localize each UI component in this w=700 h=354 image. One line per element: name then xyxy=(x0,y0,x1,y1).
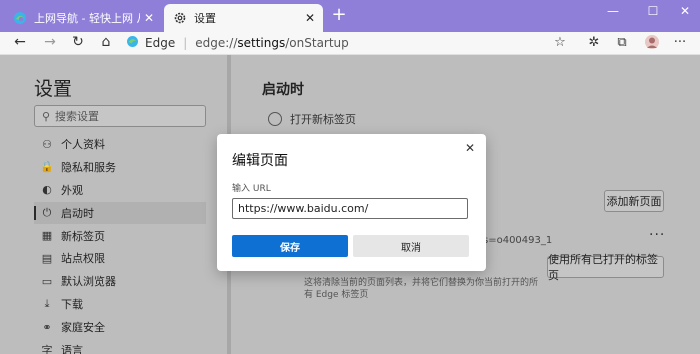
radio-button[interactable] xyxy=(268,112,282,126)
edge-logo-icon xyxy=(12,10,28,26)
collections-icon[interactable]: ⧉ xyxy=(612,34,632,52)
sidebar-item-label: 隐私和服务 xyxy=(61,160,116,174)
refresh-icon[interactable]: ↻ xyxy=(68,34,88,52)
power-icon: ⏻ xyxy=(42,205,52,219)
url-field-label: 输入 URL xyxy=(232,184,271,194)
palette-icon: ◐ xyxy=(42,183,52,197)
sidebar-item[interactable]: 🔒 隐私和服务 xyxy=(34,156,206,178)
forward-arrow-icon[interactable]: → xyxy=(40,34,60,52)
tab-close-icon[interactable]: ✕ xyxy=(140,11,158,25)
sidebar-item-label: 站点权限 xyxy=(61,252,105,266)
sidebar-item[interactable]: ▦ 新标签页 xyxy=(34,225,206,247)
person-icon: ⚇ xyxy=(42,137,52,151)
tab-close-icon[interactable]: ✕ xyxy=(301,11,319,25)
sidebar-item[interactable]: ⤓ 下载 xyxy=(34,293,206,315)
sidebar-item-label: 语言 xyxy=(61,344,83,354)
close-icon[interactable]: ✕ xyxy=(465,141,475,155)
lock-icon: 🔒 xyxy=(40,160,54,174)
minimize-button[interactable]: — xyxy=(600,4,626,22)
url-bold: settings xyxy=(237,36,286,50)
sidebar-item[interactable]: ▤ 站点权限 xyxy=(34,247,206,269)
search-placeholder: 搜索设置 xyxy=(55,110,99,123)
sidebar-item[interactable]: ◐ 外观 xyxy=(34,179,206,201)
use-all-open-tabs-button[interactable]: 使用所有已打开的标签页 xyxy=(547,253,664,282)
sidebar-item-label: 启动时 xyxy=(61,206,94,220)
sidebar-item[interactable]: ⏻ 启动时 xyxy=(34,201,206,224)
favorites-icon[interactable]: ✲ xyxy=(584,34,604,52)
address-url: edge://settings/onStartup xyxy=(195,36,349,50)
tab-settings[interactable]: 设置 ✕ xyxy=(164,4,323,32)
radio-label: 打开新标签页 xyxy=(290,113,356,126)
sidebar-item[interactable]: ▭ 默认浏览器 xyxy=(34,270,206,292)
gear-icon xyxy=(172,10,188,26)
language-icon: 字 xyxy=(41,344,53,354)
browser-toolbar: ← → ↻ ⌂ Edge | edge://settings/onStartup… xyxy=(0,32,700,54)
more-actions-icon[interactable]: ··· xyxy=(649,227,665,243)
search-settings-input[interactable]: ⚲ 搜索设置 xyxy=(34,105,206,127)
add-new-page-button[interactable]: 添加新页面 xyxy=(604,190,664,212)
save-button[interactable]: 保存 xyxy=(232,235,348,257)
sidebar-item-label: 新标签页 xyxy=(61,229,105,243)
sidebar-item-label: 下载 xyxy=(61,298,83,312)
avatar[interactable] xyxy=(642,34,662,52)
address-bar[interactable]: Edge | edge://settings/onStartup xyxy=(126,34,516,52)
sidebar-item-label: 个人资料 xyxy=(61,138,105,151)
tab-navigation[interactable]: 上网导航 - 轻快上网 从这里开始 ✕ xyxy=(4,4,162,32)
browser-icon: ▭ xyxy=(41,274,53,288)
tab-strip: 上网导航 - 轻快上网 从这里开始 ✕ 设置 ✕ + — ☐ ✕ xyxy=(0,0,700,32)
tab-title: 上网导航 - 轻快上网 从这里开始 xyxy=(34,12,140,25)
page-url-text: s=o400493_1 xyxy=(483,235,553,246)
new-tab-icon: ▦ xyxy=(41,229,53,243)
sidebar-item-label: 家庭安全 xyxy=(61,321,105,335)
edit-page-dialog: 编辑页面 ✕ 输入 URL 保存 取消 xyxy=(217,134,486,271)
dialog-title: 编辑页面 xyxy=(232,153,288,169)
sidebar-item[interactable]: ⚇ 个人资料 xyxy=(34,133,206,155)
url-prefix: edge:// xyxy=(195,36,238,50)
url-input[interactable] xyxy=(232,198,468,219)
new-tab-button[interactable]: + xyxy=(330,6,348,26)
sidebar-nav: ⚇ 个人资料 🔒 隐私和服务 ◐ 外观 ⏻ 启动时 ▦ 新标签页 ▤ 站点权限 ▭ 默认浏览器 ⤓ 下载 ⚭ 家庭… xyxy=(34,133,206,354)
more-menu-icon[interactable]: ··· xyxy=(670,34,690,52)
sidebar-title: 设置 xyxy=(34,78,73,100)
description-text: 这将清除当前的页面列表，并将它们替换为你当前打开的所有 Edge 标签页 xyxy=(304,278,539,300)
url-suffix: /onStartup xyxy=(285,36,349,50)
sidebar-item-label: 外观 xyxy=(61,183,83,197)
family-icon: ⚭ xyxy=(42,320,52,334)
home-icon[interactable]: ⌂ xyxy=(96,34,116,52)
address-brand-label: Edge xyxy=(145,36,176,50)
favorite-star-icon[interactable]: ☆ xyxy=(550,34,570,52)
maximize-button[interactable]: ☐ xyxy=(640,4,666,22)
edge-brand-icon xyxy=(126,35,139,51)
open-new-tab-option[interactable]: 打开新标签页 xyxy=(268,111,356,127)
address-separator: | xyxy=(183,36,188,50)
sidebar-item-label: 默认浏览器 xyxy=(61,275,116,289)
tab-title: 设置 xyxy=(194,12,216,25)
close-window-button[interactable]: ✕ xyxy=(672,4,698,22)
sidebar-item[interactable]: ⚭ 家庭安全 xyxy=(34,316,206,338)
search-icon: ⚲ xyxy=(41,109,51,123)
cancel-button[interactable]: 取消 xyxy=(353,235,469,257)
sidebar-item[interactable]: 字语言 xyxy=(34,339,206,354)
section-title: 启动时 xyxy=(262,82,304,98)
back-arrow-icon[interactable]: ← xyxy=(10,34,30,52)
site-permissions-icon: ▤ xyxy=(41,251,53,265)
download-icon: ⤓ xyxy=(44,297,50,311)
